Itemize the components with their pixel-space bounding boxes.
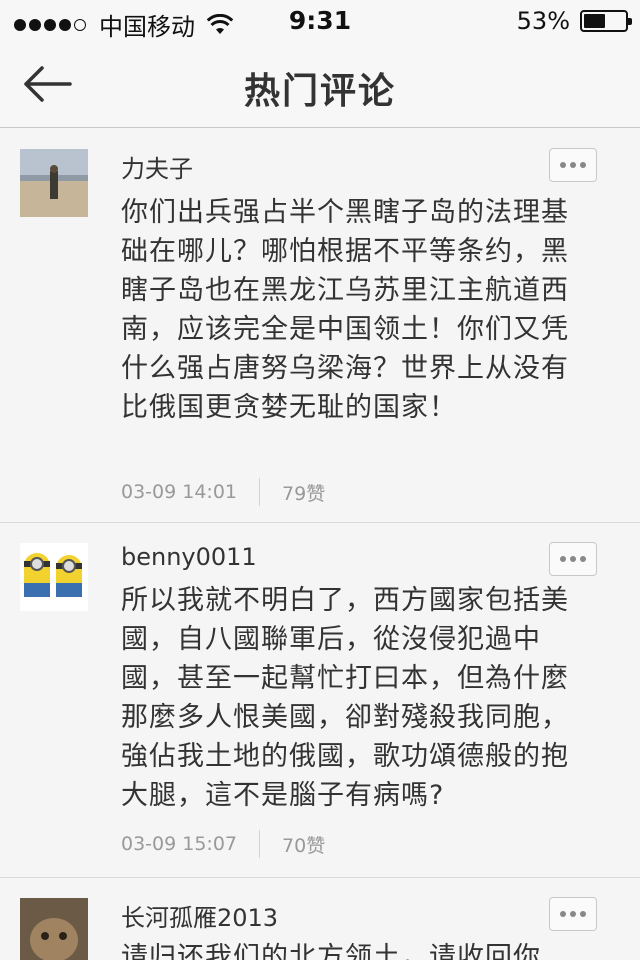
divider — [259, 478, 261, 506]
more-button[interactable] — [549, 897, 597, 931]
more-button[interactable] — [549, 148, 597, 182]
comment-content: 你们出兵强占半个黑瞎子岛的法理基础在哪儿？哪怕根据不平等条约，黑瞎子岛也在黑龙江… — [121, 197, 569, 423]
comment-meta: 03-09 15:07 70赞 — [121, 830, 325, 858]
comment-item: 长河孤雁2013 请归还我们的北方领土，请收回你 — [0, 878, 640, 960]
comment-content: 请归还我们的北方领土，请收回你 — [121, 942, 541, 960]
divider — [259, 830, 261, 858]
comment-list: 力夫子 你们出兵强占半个黑瞎子岛的法理基础在哪儿？哪怕根据不平等条约，黑瞎子岛也… — [0, 129, 640, 960]
comment-item: benny0011 所以我就不明白了，西方國家包括美國，自八國聯軍后，從沒侵犯過… — [0, 523, 640, 878]
more-icon — [560, 911, 566, 917]
avatar[interactable] — [20, 543, 88, 611]
nav-bar: 热门评论 — [0, 40, 640, 128]
comment-time: 03-09 14:01 — [121, 481, 238, 503]
avatar[interactable] — [20, 149, 88, 217]
status-right: 53% — [516, 7, 632, 35]
comment-meta: 03-09 14:01 79赞 — [121, 478, 325, 506]
comment-time: 03-09 15:07 — [121, 833, 238, 855]
page-title: 热门评论 — [243, 71, 396, 112]
status-bar: 中国移动 9:31 53% — [0, 0, 640, 41]
battery-icon — [580, 10, 632, 32]
comment-content: 所以我就不明白了，西方國家包括美國，自八國聯軍后，從沒侵犯過中國，甚至一起幫忙打… — [121, 585, 569, 811]
comment-author[interactable]: benny0011 — [121, 543, 257, 571]
battery-percent: 53% — [516, 7, 570, 35]
like-count[interactable]: 70赞 — [282, 831, 325, 858]
more-button[interactable] — [549, 542, 597, 576]
battery-fill — [584, 14, 606, 28]
more-icon — [560, 162, 566, 168]
more-icon — [560, 556, 566, 562]
comment-author[interactable]: 力夫子 — [121, 149, 193, 184]
like-count[interactable]: 79赞 — [282, 479, 325, 506]
comment-author[interactable]: 长河孤雁2013 — [121, 898, 278, 933]
comment-item: 力夫子 你们出兵强占半个黑瞎子岛的法理基础在哪儿？哪怕根据不平等条约，黑瞎子岛也… — [0, 129, 640, 523]
avatar[interactable] — [20, 898, 88, 960]
